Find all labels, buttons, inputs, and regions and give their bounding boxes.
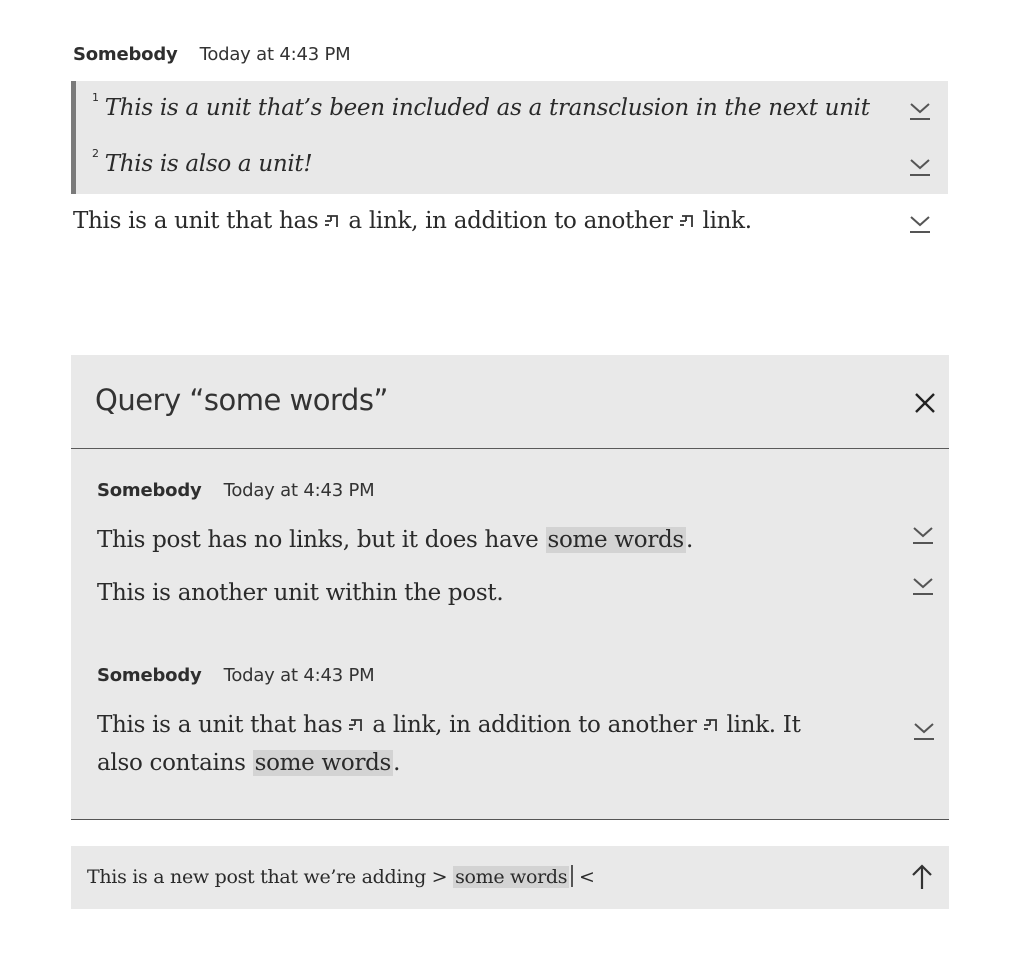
unit[interactable]: This is a unit that has a link, in additi… xyxy=(73,208,752,234)
unit-text: This post has no links, but it does have xyxy=(97,527,539,553)
text-cursor xyxy=(571,865,574,887)
unit-text: This is a unit that has xyxy=(97,712,343,738)
search-result-unit-continued: also contains some words. xyxy=(97,750,400,776)
post-header: Somebody Today at 4:43 PM xyxy=(73,44,948,65)
composer-highlight: some words xyxy=(453,866,570,888)
unit-text: a link, in addition to another xyxy=(372,712,697,738)
arrow-up-icon[interactable] xyxy=(911,864,933,890)
unit-number: 1 xyxy=(92,91,99,104)
search-result-unit[interactable]: This is a unit that has a link, in additi… xyxy=(97,712,801,738)
unit-text: also contains xyxy=(97,750,246,776)
link-icon[interactable] xyxy=(346,713,366,731)
download-icon[interactable] xyxy=(913,720,935,742)
post-header: Somebody Today at 4:43 PM xyxy=(97,665,375,686)
unit-text: This is a unit that’s been included as a… xyxy=(104,95,870,121)
transcluded-unit[interactable]: 2 This is also a unit! xyxy=(92,147,313,177)
download-icon[interactable] xyxy=(909,100,931,122)
composer-text: This is a new post that we’re adding > xyxy=(87,866,448,888)
composer[interactable]: This is a new post that we’re adding > s… xyxy=(71,846,949,909)
author-name[interactable]: Somebody xyxy=(97,480,202,501)
search-result-unit[interactable]: This post has no links, but it does have… xyxy=(97,527,693,553)
unit-text: . xyxy=(685,527,693,553)
composer-input[interactable]: This is a new post that we’re adding > s… xyxy=(87,865,595,888)
link-icon[interactable] xyxy=(701,713,721,731)
timestamp: Today at 4:43 PM xyxy=(199,44,351,65)
unit-text: This is a unit that has xyxy=(73,208,319,234)
query-panel: Query “some words” Somebody Today at 4:4… xyxy=(71,355,949,820)
query-header: Query “some words” xyxy=(71,355,949,449)
timestamp: Today at 4:43 PM xyxy=(223,480,375,501)
query-title: Query “some words” xyxy=(95,383,388,417)
unit-text: link. It xyxy=(726,712,801,738)
unit-text: a link, in addition to another xyxy=(348,208,673,234)
transclusion-block: 1 This is a unit that’s been included as … xyxy=(71,81,948,194)
download-icon[interactable] xyxy=(912,524,934,546)
search-result-unit[interactable]: This is another unit within the post. xyxy=(97,580,504,606)
download-icon[interactable] xyxy=(909,213,931,235)
top-post: Somebody Today at 4:43 PM xyxy=(73,44,948,65)
author-name[interactable]: Somebody xyxy=(97,665,202,686)
transcluded-unit[interactable]: 1 This is a unit that’s been included as … xyxy=(92,91,870,121)
composer-text: < xyxy=(579,866,595,888)
unit-text: link. xyxy=(702,208,753,234)
post-header: Somebody Today at 4:43 PM xyxy=(97,480,375,501)
link-icon[interactable] xyxy=(677,209,697,227)
download-icon[interactable] xyxy=(909,156,931,178)
close-icon[interactable] xyxy=(913,391,937,415)
unit-text: This is also a unit! xyxy=(104,151,313,177)
unit-number: 2 xyxy=(92,147,99,160)
link-icon[interactable] xyxy=(322,209,342,227)
timestamp: Today at 4:43 PM xyxy=(223,665,375,686)
unit-text: This is another unit within the post. xyxy=(97,580,504,606)
search-highlight: some words xyxy=(545,527,686,553)
unit-text: . xyxy=(393,750,401,776)
author-name[interactable]: Somebody xyxy=(73,44,178,65)
download-icon[interactable] xyxy=(912,575,934,597)
search-highlight: some words xyxy=(252,750,394,776)
